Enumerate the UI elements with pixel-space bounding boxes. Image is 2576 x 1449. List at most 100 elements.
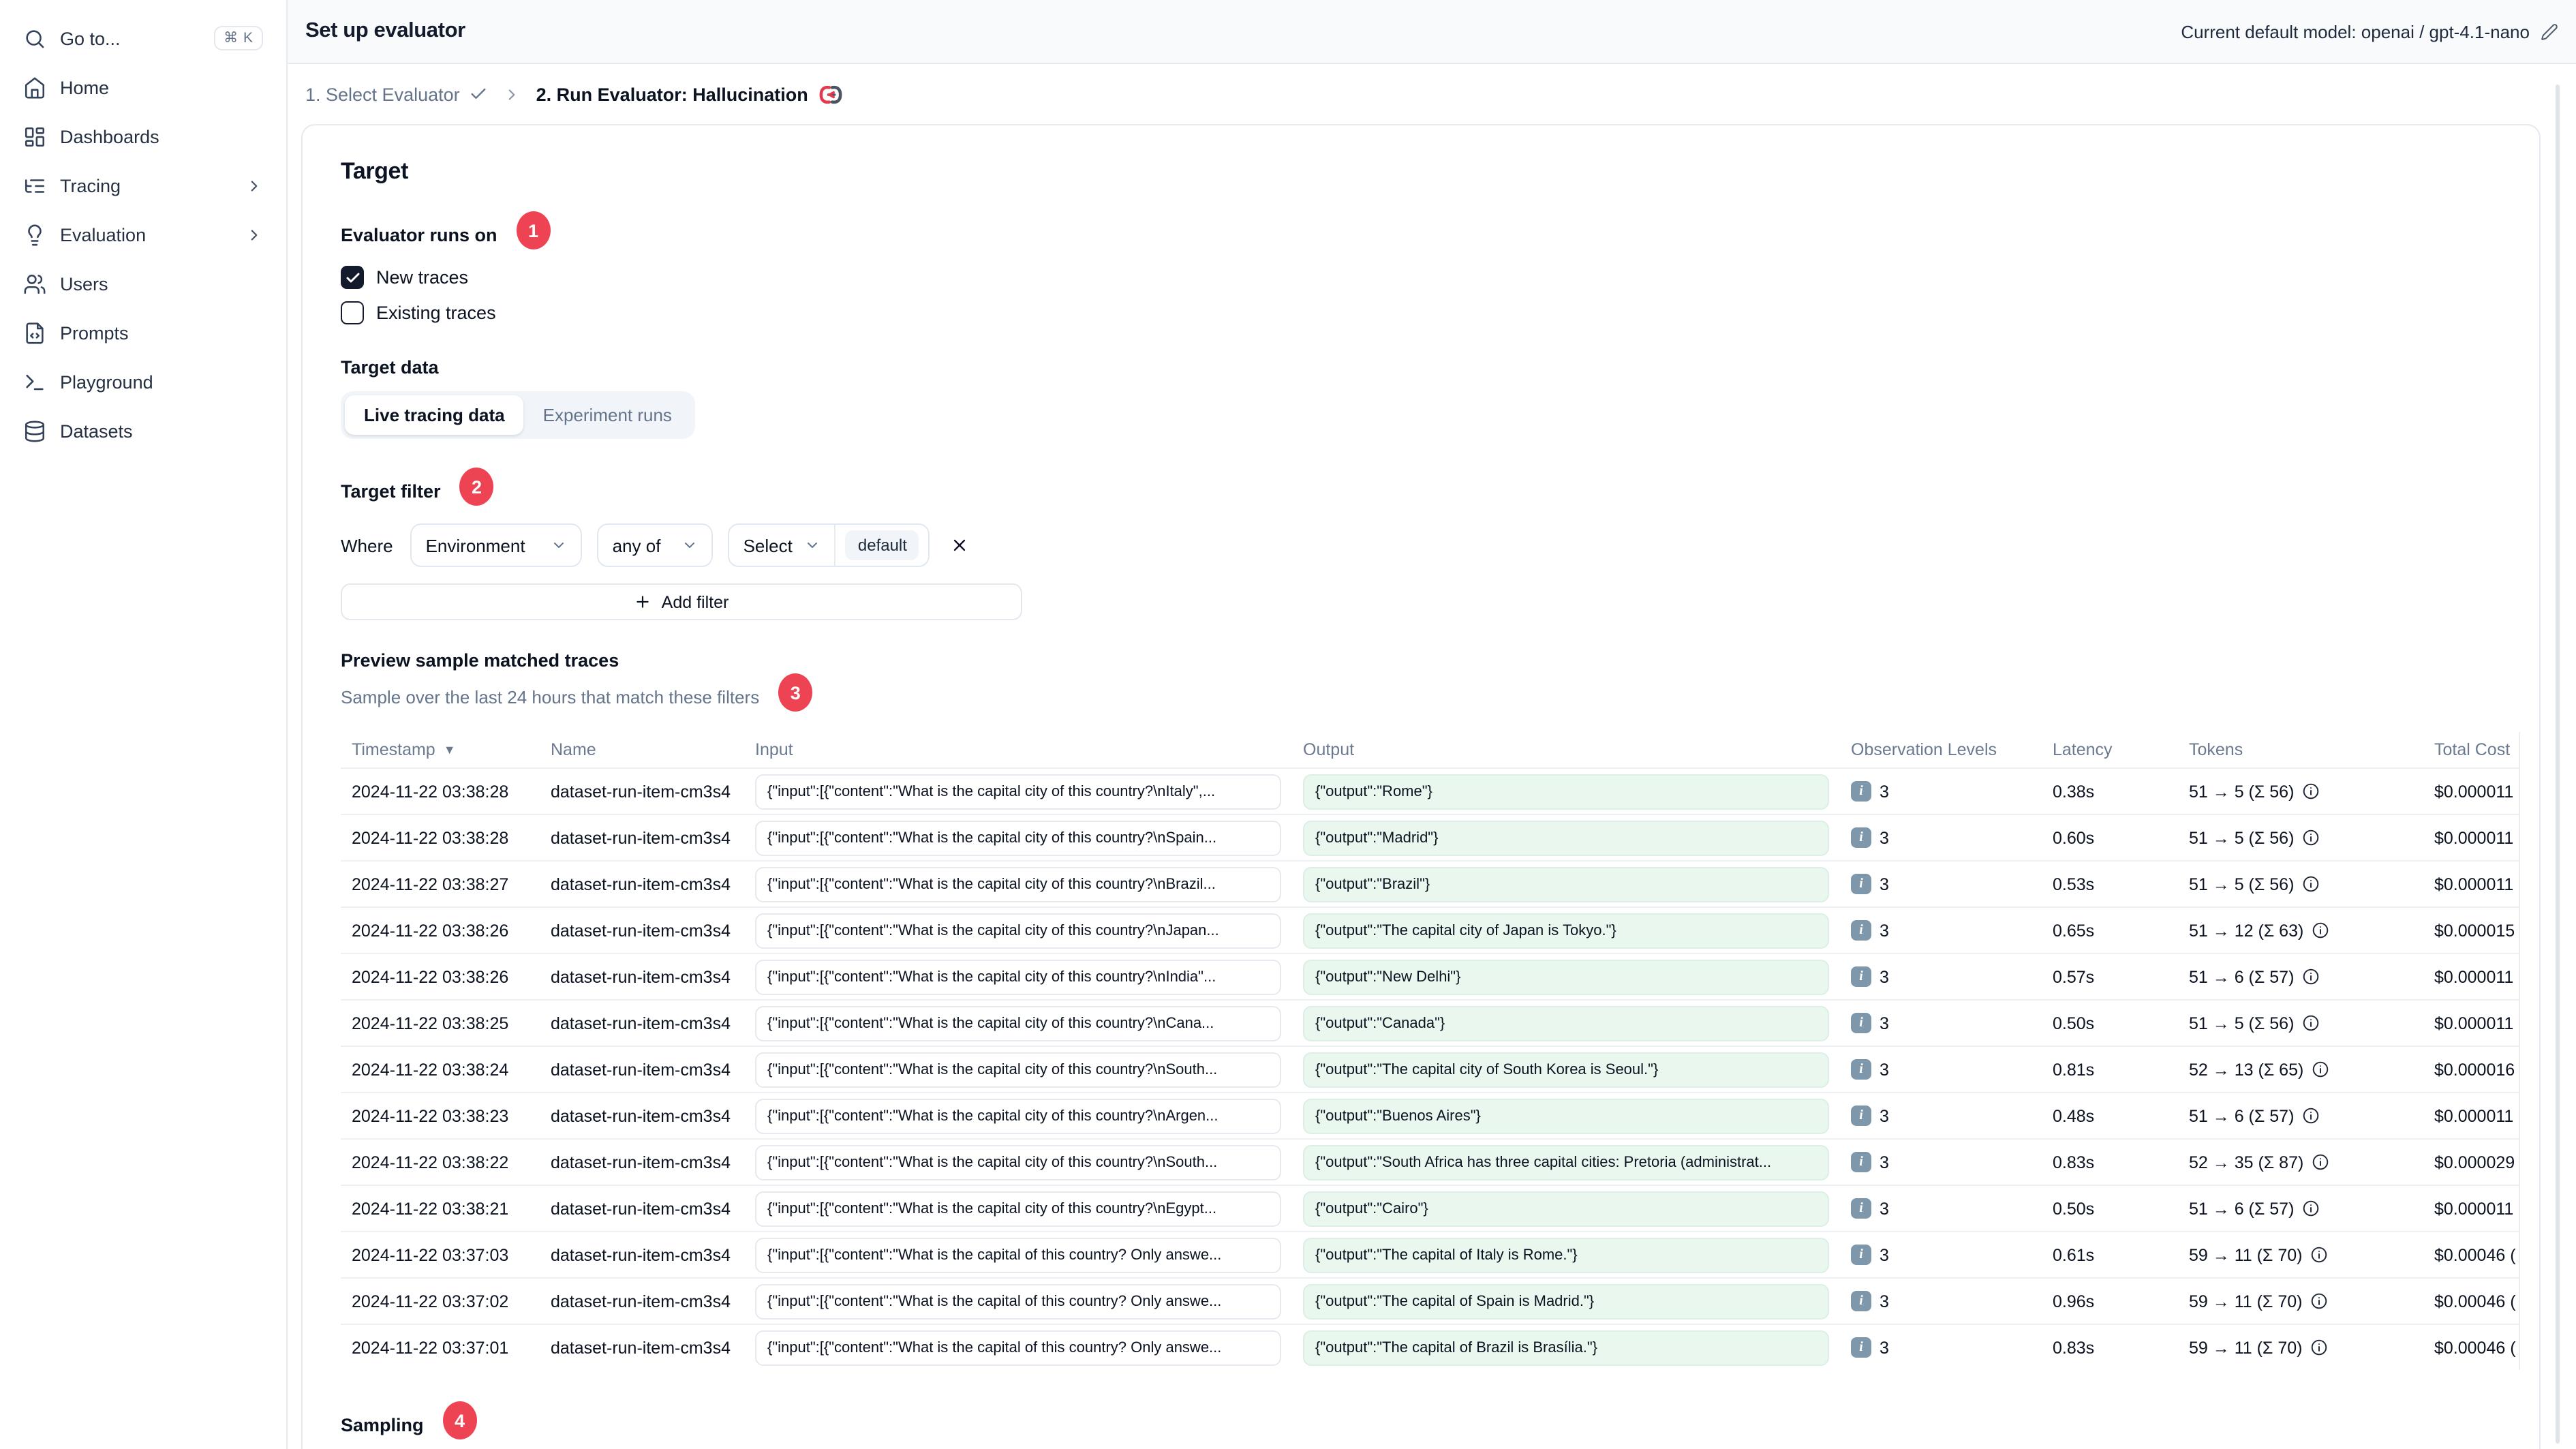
info-circle-icon[interactable]: [2312, 921, 2329, 939]
total-cost-cell: $0.00046 (: [2434, 1292, 2516, 1311]
table-row[interactable]: 2024-11-22 03:38:22 dataset-run-item-cm3…: [341, 1138, 2519, 1185]
info-circle-icon[interactable]: [2310, 1292, 2328, 1310]
table-row[interactable]: 2024-11-22 03:37:02 dataset-run-item-cm3…: [341, 1277, 2519, 1324]
info-circle-icon[interactable]: [2302, 968, 2320, 986]
sidebar-item[interactable]: Go to... ⌘ K: [11, 14, 275, 63]
table-row[interactable]: 2024-11-22 03:38:23 dataset-run-item-cm3…: [341, 1092, 2520, 1138]
table-row[interactable]: 2024-11-22 03:38:25 dataset-run-item-cm3…: [341, 999, 2519, 1046]
info-circle-icon[interactable]: [2312, 1061, 2329, 1078]
step-select-evaluator[interactable]: 1. Select Evaluator: [305, 84, 489, 104]
filter-column-select[interactable]: Environment: [410, 523, 583, 567]
filter-value-select[interactable]: Select default: [728, 523, 930, 567]
target-data-tab[interactable]: Live tracing data: [345, 395, 524, 435]
info-circle-icon[interactable]: [2302, 1014, 2320, 1032]
output-preview-box[interactable]: {"output":"The capital of Italy is Rome.…: [1303, 1237, 1829, 1272]
sidebar-item[interactable]: Prompts: [11, 308, 275, 357]
total-cost-cell: $0.000011 (: [2434, 828, 2520, 847]
timestamp-cell: 2024-11-22 03:38:21: [352, 1199, 509, 1218]
output-preview-box[interactable]: {"output":"New Delhi"}: [1303, 959, 1829, 994]
info-circle-icon[interactable]: [2302, 875, 2320, 893]
output-preview-box[interactable]: {"output":"Madrid"}: [1303, 820, 1829, 855]
column-header-timestamp[interactable]: Timestamp ▼: [341, 740, 540, 759]
output-preview-box[interactable]: {"output":"The capital city of Japan is …: [1303, 913, 1829, 948]
input-preview-box[interactable]: {"input":[{"content":"What is the capita…: [755, 1052, 1281, 1087]
table-row[interactable]: 2024-11-22 03:38:26 dataset-run-item-cm3…: [341, 953, 2519, 999]
add-filter-button[interactable]: Add filter: [341, 583, 1022, 620]
column-header-input[interactable]: Input: [744, 740, 1292, 759]
table-row[interactable]: 2024-11-22 03:37:03 dataset-run-item-cm3…: [341, 1231, 2519, 1277]
total-cost-cell: $0.000016: [2434, 1060, 2515, 1079]
output-preview-box[interactable]: {"output":"South Africa has three capita…: [1303, 1144, 1829, 1180]
input-preview-box[interactable]: {"input":[{"content":"What is the capita…: [755, 1283, 1281, 1319]
column-header-total-cost[interactable]: Total Cost: [2423, 740, 2519, 759]
step-run-evaluator[interactable]: 2. Run Evaluator: Hallucination: [536, 82, 842, 106]
column-header-output[interactable]: Output: [1292, 740, 1840, 759]
info-circle-icon[interactable]: [2302, 782, 2320, 800]
sidebar-item[interactable]: Playground: [11, 357, 275, 406]
output-cell: {"output":"Madrid"}: [1292, 820, 1840, 855]
timestamp-cell: 2024-11-22 03:38:25: [352, 1013, 509, 1033]
output-preview-box[interactable]: {"output":"Canada"}: [1303, 1005, 1829, 1041]
sidebar-item[interactable]: Home: [11, 63, 275, 112]
info-circle-icon[interactable]: [2312, 1153, 2329, 1171]
info-circle-icon[interactable]: [2310, 1246, 2328, 1264]
checkbox[interactable]: [341, 266, 364, 289]
table-row[interactable]: 2024-11-22 03:38:24 dataset-run-item-cm3…: [341, 1046, 2519, 1092]
table-row[interactable]: 2024-11-22 03:38:27 dataset-run-item-cm3…: [341, 860, 2519, 906]
input-preview-box[interactable]: {"input":[{"content":"What is the capita…: [755, 774, 1281, 809]
table-row[interactable]: 2024-11-22 03:38:26 dataset-run-item-cm3…: [341, 906, 2519, 953]
output-preview-box[interactable]: {"output":"The capital city of South Kor…: [1303, 1052, 1829, 1087]
input-preview-box[interactable]: {"input":[{"content":"What is the capita…: [755, 820, 1281, 855]
info-circle-icon[interactable]: [2302, 1200, 2320, 1217]
checkbox[interactable]: [341, 301, 364, 324]
total-cost-cell: $0.000015: [2434, 921, 2515, 940]
column-header-observation-levels[interactable]: Observation Levels: [1840, 740, 2042, 759]
output-preview-box[interactable]: {"output":"The capital of Spain is Madri…: [1303, 1283, 1829, 1319]
total-cost-cell: $0.000011 (: [2434, 1106, 2520, 1125]
sidebar-item-label: Playground: [60, 371, 153, 392]
input-preview-box[interactable]: {"input":[{"content":"What is the capita…: [755, 959, 1281, 994]
input-preview-box[interactable]: {"input":[{"content":"What is the capita…: [755, 1237, 1281, 1272]
target-data-tab[interactable]: Experiment runs: [524, 395, 691, 435]
table-row[interactable]: 2024-11-22 03:37:01 dataset-run-item-cm3…: [341, 1324, 2519, 1370]
input-preview-box[interactable]: {"input":[{"content":"What is the capita…: [755, 1005, 1281, 1041]
latency-cell: 0.81s: [2053, 1060, 2095, 1079]
info-circle-icon[interactable]: [2302, 1107, 2320, 1125]
checkbox-row[interactable]: New traces: [341, 266, 2520, 289]
column-header-latency[interactable]: Latency: [2042, 740, 2178, 759]
observation-levels-cell: i 3: [1840, 920, 2042, 941]
column-header-name[interactable]: Name: [540, 740, 744, 759]
input-preview-box[interactable]: {"input":[{"content":"What is the capita…: [755, 913, 1281, 948]
sidebar-item[interactable]: Evaluation: [11, 210, 275, 259]
vertical-scrollbar[interactable]: [2556, 85, 2560, 1444]
output-preview-box[interactable]: {"output":"Cairo"}: [1303, 1191, 1829, 1226]
sidebar-item[interactable]: Datasets: [11, 406, 275, 455]
sidebar-item[interactable]: Tracing: [11, 161, 275, 210]
output-preview-box[interactable]: {"output":"The capital of Brazil is Bras…: [1303, 1330, 1829, 1365]
name-cell: dataset-run-item-cm3s4: [551, 782, 731, 801]
info-circle-icon[interactable]: [2310, 1339, 2328, 1356]
input-preview-box[interactable]: {"input":[{"content":"What is the capita…: [755, 1144, 1281, 1180]
output-preview-box[interactable]: {"output":"Brazil"}: [1303, 866, 1829, 902]
home-icon: [23, 76, 46, 99]
sidebar-item[interactable]: Users: [11, 259, 275, 308]
tokens-cell: 51 → 6 (Σ 57): [2178, 1199, 2423, 1218]
table-row[interactable]: 2024-11-22 03:38:28 dataset-run-item-cm3…: [341, 814, 2520, 860]
filter-operator-select[interactable]: any of: [597, 523, 714, 567]
input-preview-box[interactable]: {"input":[{"content":"What is the capita…: [755, 1098, 1281, 1133]
column-header-tokens[interactable]: Tokens: [2178, 740, 2423, 759]
input-preview-box[interactable]: {"input":[{"content":"What is the capita…: [755, 1191, 1281, 1226]
input-preview-box[interactable]: {"input":[{"content":"What is the capita…: [755, 1330, 1281, 1365]
remove-filter-button[interactable]: [948, 533, 972, 558]
checkbox-row[interactable]: Existing traces: [341, 301, 2520, 324]
table-row[interactable]: 2024-11-22 03:38:21 dataset-run-item-cm3…: [341, 1185, 2519, 1231]
output-preview-box[interactable]: {"output":"Rome"}: [1303, 774, 1829, 809]
input-preview-box[interactable]: {"input":[{"content":"What is the capita…: [755, 866, 1281, 902]
output-preview-box[interactable]: {"output":"Buenos Aires"}: [1303, 1098, 1829, 1133]
observation-levels-cell: i 3: [1840, 1245, 2042, 1265]
edit-pencil-icon[interactable]: [2541, 22, 2558, 40]
table-row[interactable]: 2024-11-22 03:38:28 dataset-run-item-cm3…: [341, 767, 2519, 814]
info-circle-icon[interactable]: [2302, 829, 2320, 846]
sidebar: Go to... ⌘ K Home Dashboards Tracing Eva…: [0, 0, 288, 1449]
sidebar-item[interactable]: Dashboards: [11, 112, 275, 161]
